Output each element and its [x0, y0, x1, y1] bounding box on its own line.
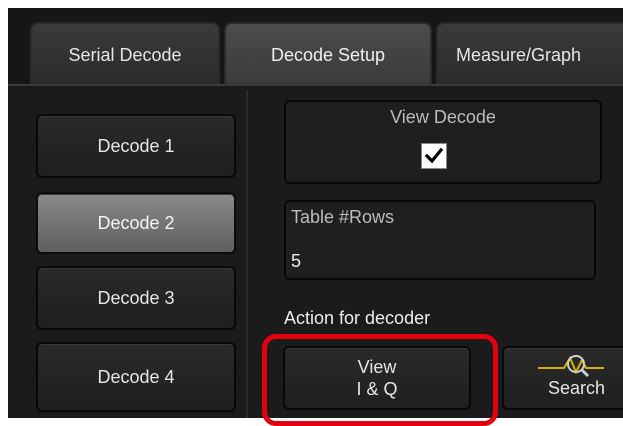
- tab-serial-decode[interactable]: Serial Decode: [30, 22, 220, 86]
- search-label: Search: [548, 378, 606, 398]
- action-label: Action for decoder: [284, 308, 431, 328]
- table-rows-value: 5: [291, 251, 302, 271]
- decode-3-label: Decode 3: [97, 287, 175, 308]
- view-decode-checkbox[interactable]: [421, 143, 447, 169]
- view-decode-label: View Decode: [390, 107, 496, 127]
- divider: [246, 90, 248, 418]
- annotation-highlight: [262, 334, 498, 426]
- search-button[interactable]: Search: [502, 346, 623, 410]
- decode-1-label: Decode 1: [97, 135, 175, 156]
- decode-1-button[interactable]: Decode 1: [36, 114, 236, 178]
- tab-label: Serial Decode: [68, 44, 182, 65]
- waveform-magnifier-icon: [538, 355, 604, 378]
- tab-measure-graph[interactable]: Measure/Graph: [436, 22, 623, 86]
- checkmark-icon: [424, 147, 444, 164]
- decode-3-button[interactable]: Decode 3: [36, 266, 236, 330]
- decode-4-label: Decode 4: [97, 366, 175, 387]
- decode-4-button[interactable]: Decode 4: [36, 342, 236, 412]
- decode-2-label: Decode 2: [97, 212, 175, 233]
- decode-2-button[interactable]: Decode 2: [36, 192, 236, 254]
- tab-label: Measure/Graph: [456, 44, 582, 65]
- tab-decode-setup[interactable]: Decode Setup: [224, 22, 432, 86]
- tab-label: Decode Setup: [270, 44, 386, 65]
- table-rows-label: Table #Rows: [291, 207, 395, 227]
